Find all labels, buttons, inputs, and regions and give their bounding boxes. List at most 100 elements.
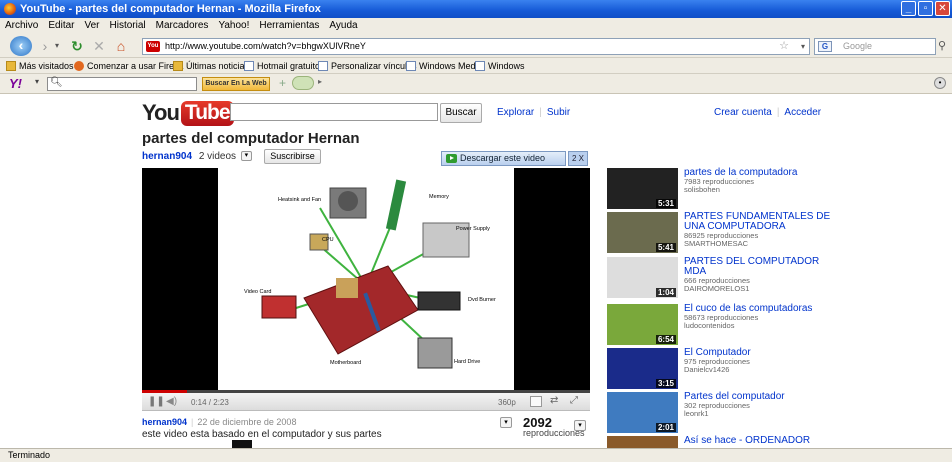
related-thumbnail[interactable]: 5:41 bbox=[607, 212, 678, 253]
stats-dropdown-icon[interactable]: ▾ bbox=[574, 420, 586, 431]
maximize-button[interactable]: ▫ bbox=[918, 1, 933, 16]
related-thumbnail[interactable]: 3:15 bbox=[607, 348, 678, 389]
description-dropdown-icon[interactable]: ▾ bbox=[500, 417, 512, 428]
related-user: DAIROMORELOS1 bbox=[684, 284, 750, 293]
subscribe-button[interactable]: Suscribirse bbox=[264, 149, 321, 164]
related-thumbnail[interactable]: 5:31 bbox=[607, 168, 678, 209]
label-video-card: Video Card bbox=[244, 289, 271, 295]
videos-dropdown-icon[interactable]: ▾ bbox=[240, 151, 252, 162]
stop-icon[interactable]: ✕ bbox=[88, 37, 110, 55]
video-duration: 6:54 bbox=[655, 335, 676, 344]
related-video[interactable]: 2:01 Partes del computador 302 reproducc… bbox=[607, 392, 832, 436]
volume-icon[interactable]: ◀︎) bbox=[166, 396, 177, 407]
related-user: ludocontenidos bbox=[684, 321, 735, 330]
page-icon bbox=[475, 61, 485, 71]
address-url: http://www.youtube.com/watch?v=bhgwXUlVR… bbox=[165, 41, 366, 51]
bookmark-windows-media[interactable]: Windows Media bbox=[406, 58, 483, 74]
window-titlebar: YouTube - partes del computador Hernan -… bbox=[0, 0, 952, 18]
related-title[interactable]: Así se hace - ORDENADOR bbox=[684, 436, 832, 446]
related-thumbnail[interactable] bbox=[607, 436, 678, 448]
fullscreen-icon[interactable]: ⤢ bbox=[570, 395, 582, 406]
related-thumbnail[interactable]: 1:04 bbox=[607, 257, 678, 298]
close-button[interactable]: ✕ bbox=[935, 1, 950, 16]
popout-icon[interactable] bbox=[530, 396, 542, 407]
yahoo-toolbar: Y! ▾ 🔍︎ Buscar En La Web + ▸ • bbox=[0, 74, 952, 94]
youtube-search-input[interactable] bbox=[230, 103, 438, 121]
bookmark-ultimas-noticias[interactable]: Últimas noticias bbox=[173, 58, 249, 74]
folder-icon bbox=[6, 61, 16, 71]
menu-yahoo[interactable]: Yahoo! bbox=[218, 18, 249, 34]
bookmark-personalizar[interactable]: Personalizar vínculos bbox=[318, 58, 417, 74]
nav-explorar[interactable]: Explorar bbox=[497, 107, 534, 118]
home-icon[interactable]: ⌂ bbox=[110, 37, 132, 55]
youtube-nav: Explorar | Subir bbox=[497, 107, 571, 118]
messenger-icon[interactable] bbox=[292, 76, 314, 90]
pause-icon[interactable]: ❚❚ bbox=[148, 396, 165, 407]
google-engine-icon[interactable]: G bbox=[818, 41, 832, 52]
minimize-button[interactable]: _ bbox=[901, 1, 916, 16]
yahoo-search-input[interactable]: 🔍︎ bbox=[47, 77, 197, 91]
download-close-icon[interactable]: 2 X bbox=[568, 151, 588, 166]
bookmark-comenzar[interactable]: Comenzar a usar Firef... bbox=[74, 58, 184, 74]
video-player[interactable]: Heatsink and Fan Memory CPU Power Supply… bbox=[142, 168, 590, 390]
related-video[interactable]: Así se hace - ORDENADOR bbox=[607, 436, 832, 448]
label-heatsink: Heatsink and Fan bbox=[278, 197, 321, 203]
related-title[interactable]: PARTES FUNDAMENTALES DE UNA COMPUTADORA bbox=[684, 212, 832, 232]
channel-link[interactable]: hernan904 bbox=[142, 151, 192, 162]
back-button[interactable]: ‹ bbox=[10, 36, 32, 56]
bookmark-windows[interactable]: Windows bbox=[475, 58, 525, 74]
yahoo-logo[interactable]: Y! bbox=[9, 76, 22, 91]
youtube-logo[interactable]: You Tube bbox=[142, 98, 234, 128]
quality-selector[interactable]: 360p bbox=[498, 398, 516, 407]
menu-ver[interactable]: Ver bbox=[84, 18, 99, 34]
add-icon[interactable]: + bbox=[279, 76, 286, 90]
player-controls: ❚❚ ◀︎) 0:14 / 2:23 360p ⇄ ⤢ bbox=[142, 393, 590, 411]
menu-ayuda[interactable]: Ayuda bbox=[329, 18, 357, 34]
uploader-link[interactable]: hernan904 bbox=[142, 417, 187, 427]
toolbar-options-icon[interactable]: • bbox=[934, 77, 946, 89]
video-duration: 1:04 bbox=[655, 288, 676, 297]
web-search-input[interactable]: G Google bbox=[814, 38, 936, 55]
related-video[interactable]: 1:04 PARTES DEL COMPUTADOR MDA 666 repro… bbox=[607, 257, 832, 301]
more-arrow-icon[interactable]: ▸ bbox=[318, 77, 322, 86]
history-dropdown-icon[interactable]: ▾ bbox=[52, 37, 62, 55]
reload-icon[interactable]: ↻ bbox=[66, 37, 88, 55]
youtube-search-button[interactable]: Buscar bbox=[440, 103, 482, 123]
menu-herramientas[interactable]: Herramientas bbox=[259, 18, 319, 34]
download-video-button[interactable]: Descargar este video bbox=[441, 151, 566, 166]
yahoo-dropdown-icon[interactable]: ▾ bbox=[35, 77, 39, 86]
label-motherboard: Motherboard bbox=[330, 360, 361, 366]
expand-icon[interactable]: ⇄ bbox=[550, 395, 562, 406]
bookmark-hotmail[interactable]: Hotmail gratuito bbox=[244, 58, 320, 74]
menu-historial[interactable]: Historial bbox=[110, 18, 146, 34]
address-dropdown-icon[interactable]: ▾ bbox=[801, 39, 805, 54]
video-time: 0:14 / 2:23 bbox=[191, 398, 229, 407]
related-video[interactable]: 5:31 partes de la computadora 7983 repro… bbox=[607, 168, 832, 212]
related-user: solisbohen bbox=[684, 185, 720, 194]
bookmarks-toolbar: Más visitados Comenzar a usar Firef... Ú… bbox=[0, 58, 952, 74]
related-title[interactable]: PARTES DEL COMPUTADOR MDA bbox=[684, 257, 832, 277]
crear-cuenta-link[interactable]: Crear cuenta bbox=[714, 107, 772, 118]
page-icon bbox=[318, 61, 328, 71]
related-thumbnail[interactable]: 6:54 bbox=[607, 304, 678, 345]
related-video[interactable]: 3:15 El Computador 975 reproducciones Da… bbox=[607, 348, 832, 392]
yahoo-search-button[interactable]: Buscar En La Web bbox=[202, 77, 270, 91]
computer-parts-diagram: Heatsink and Fan Memory CPU Power Supply… bbox=[244, 179, 496, 369]
menu-archivo[interactable]: Archivo bbox=[5, 18, 38, 34]
bookmark-star-icon[interactable]: ☆ bbox=[779, 39, 789, 54]
related-user: SMARTHOMESAC bbox=[684, 239, 749, 248]
menu-marcadores[interactable]: Marcadores bbox=[156, 18, 209, 34]
related-video[interactable]: 5:41 PARTES FUNDAMENTALES DE UNA COMPUTA… bbox=[607, 212, 832, 256]
firefox-icon bbox=[4, 3, 16, 15]
channel-row: hernan904 2 videos ▾ bbox=[142, 151, 252, 165]
related-thumbnail[interactable]: 2:01 bbox=[607, 392, 678, 433]
address-bar[interactable]: You http://www.youtube.com/watch?v=bhgwX… bbox=[142, 38, 810, 55]
bookmark-mas-visitados[interactable]: Más visitados bbox=[6, 58, 74, 74]
uploader-info: hernan904 | 22 de diciembre de 2008 bbox=[142, 417, 297, 427]
acceder-link[interactable]: Acceder bbox=[784, 107, 821, 118]
nav-subir[interactable]: Subir bbox=[547, 107, 570, 118]
menu-editar[interactable]: Editar bbox=[48, 18, 74, 34]
related-video[interactable]: 6:54 El cuco de las computadoras 58673 r… bbox=[607, 304, 832, 348]
window-title: YouTube - partes del computador Hernan -… bbox=[20, 3, 321, 15]
search-icon[interactable]: ⚲ bbox=[938, 39, 946, 52]
